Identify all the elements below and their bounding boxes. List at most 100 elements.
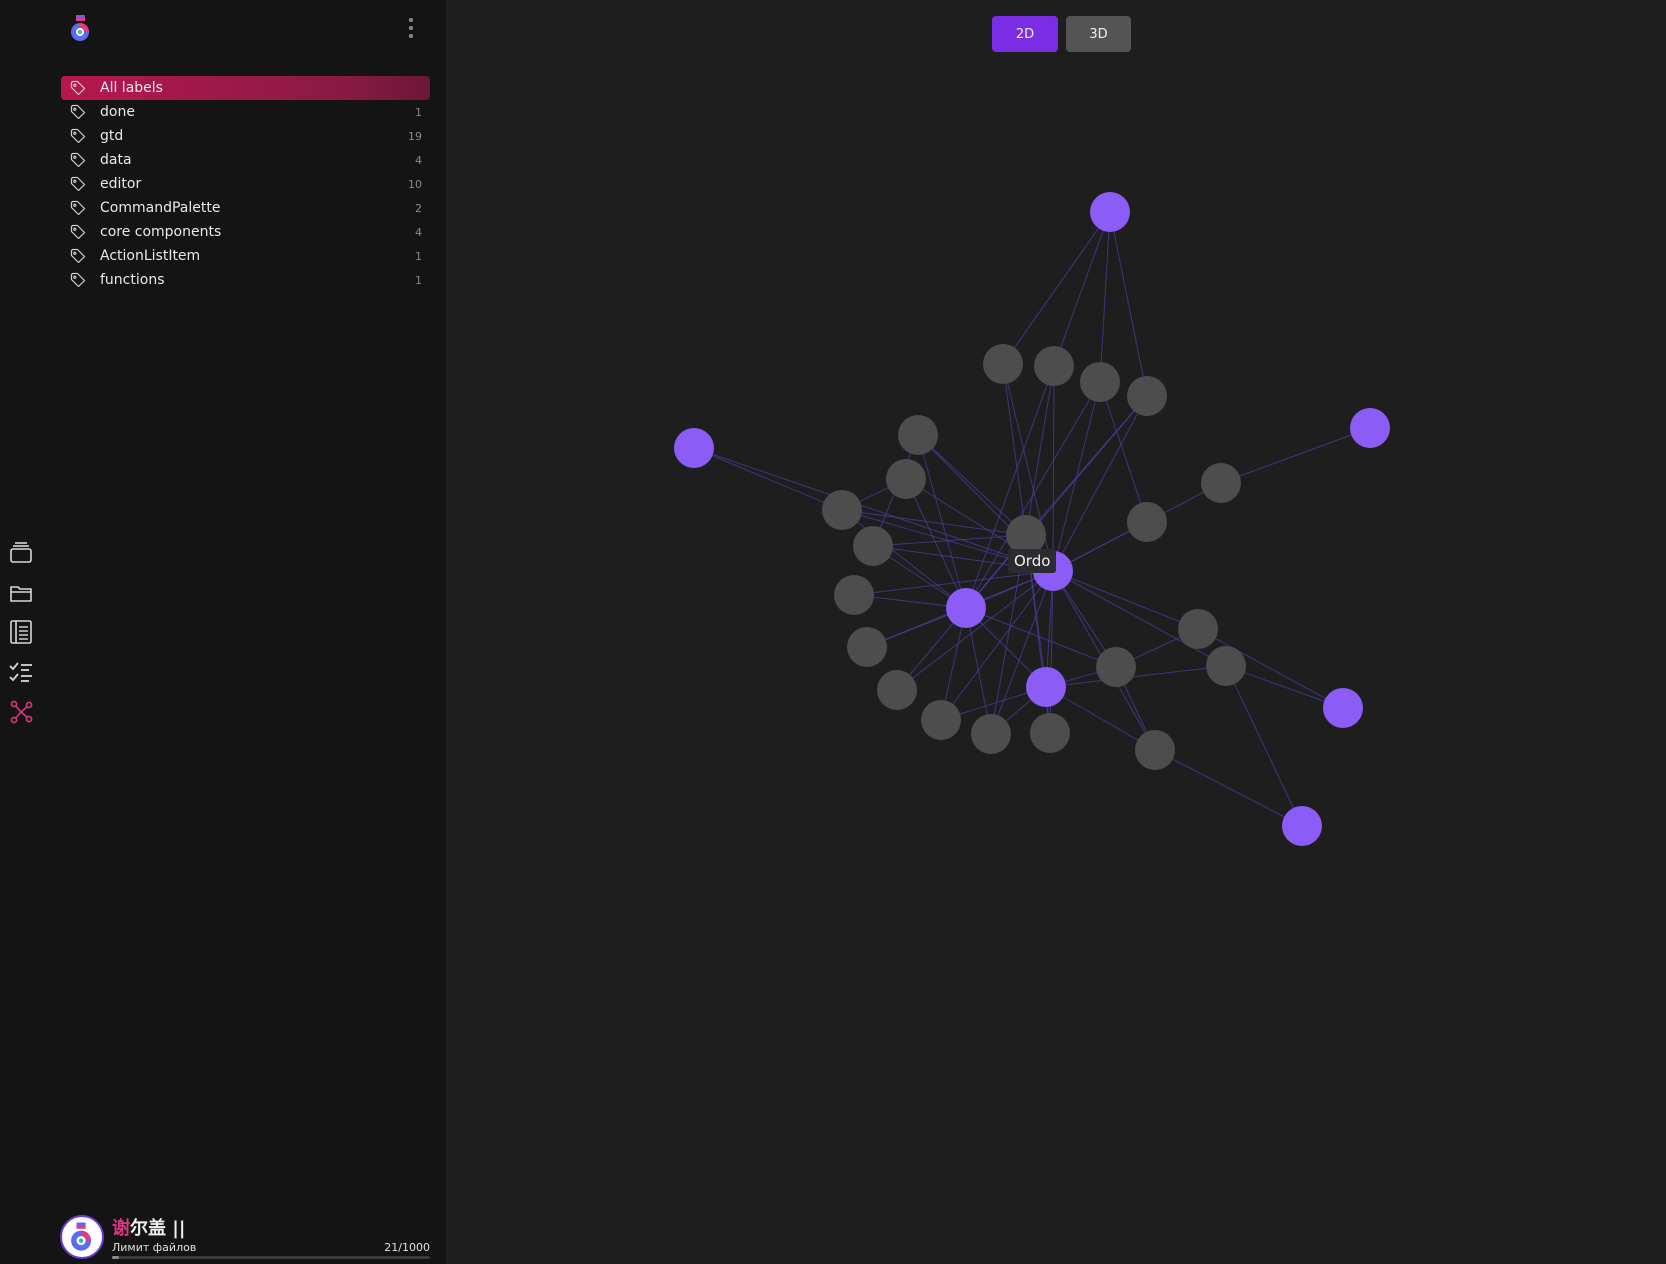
graph-note-node[interactable] xyxy=(1080,362,1120,402)
label-count: 1 xyxy=(415,249,422,263)
label-item[interactable]: CommandPalette 2 xyxy=(61,196,430,220)
label-item[interactable]: data 4 xyxy=(61,148,430,172)
graph-edge xyxy=(1052,395,1148,572)
graph-note-node[interactable] xyxy=(1178,609,1218,649)
label-item[interactable]: editor 10 xyxy=(61,172,430,196)
label-name: ActionListItem xyxy=(100,248,201,264)
kebab-dot xyxy=(409,18,413,22)
graph-label-node[interactable] xyxy=(1090,192,1130,232)
tag-icon xyxy=(70,272,86,288)
graph-note-node[interactable] xyxy=(1201,463,1241,503)
graph-view: 2D 3D Ordo xyxy=(446,0,1666,1264)
label-name: All labels xyxy=(100,80,163,96)
node-tooltip: Ordo xyxy=(1008,549,1057,573)
graph-note-node[interactable] xyxy=(1127,502,1167,542)
graph-canvas[interactable] xyxy=(446,0,1666,1264)
notes-list-icon xyxy=(10,620,32,644)
graph-edge xyxy=(1045,665,1227,688)
folder-icon xyxy=(10,586,32,602)
graph-edge xyxy=(1220,427,1371,484)
tag-icon xyxy=(70,224,86,240)
checklist-icon xyxy=(9,662,32,682)
graph-edge xyxy=(1002,211,1111,365)
mode-3d-button[interactable]: 3D xyxy=(1066,16,1131,52)
graph-label-node[interactable] xyxy=(1282,806,1322,846)
avatar-logo-icon xyxy=(71,1222,92,1251)
avatar[interactable] xyxy=(60,1215,104,1259)
label-count: 4 xyxy=(415,153,422,167)
graph-note-node[interactable] xyxy=(847,627,887,667)
graph-edge xyxy=(1099,211,1111,383)
kebab-dot xyxy=(409,34,413,38)
label-count: 10 xyxy=(408,177,422,191)
graph-edge xyxy=(1109,211,1148,397)
rail-button-graph[interactable] xyxy=(6,697,36,727)
app-logo[interactable] xyxy=(66,14,94,42)
graph-note-node[interactable] xyxy=(1127,376,1167,416)
rail-button-notes[interactable] xyxy=(6,617,36,647)
graph-note-node[interactable] xyxy=(1206,646,1246,686)
mode-2d-button[interactable]: 2D xyxy=(992,16,1058,52)
label-list: All labels done 1 gtd 19 data 4 editor 10 Command… xyxy=(61,76,430,292)
label-item[interactable]: functions 1 xyxy=(61,268,430,292)
graph-icon xyxy=(10,700,33,724)
graph-note-node[interactable] xyxy=(886,459,926,499)
graph-note-node[interactable] xyxy=(1135,730,1175,770)
label-count: 19 xyxy=(408,129,422,143)
user-panel: 谢尔盖 || Лимит файлов 21/1000 xyxy=(60,1213,430,1261)
graph-note-node[interactable] xyxy=(921,700,961,740)
graph-note-node[interactable] xyxy=(983,344,1023,384)
file-limit-value: 21/1000 xyxy=(384,1241,430,1254)
label-name: done xyxy=(100,104,135,120)
graph-note-node[interactable] xyxy=(853,526,893,566)
graph-edge xyxy=(1052,365,1055,572)
graph-label-node[interactable] xyxy=(1323,688,1363,728)
user-name-rest: 尔盖 || xyxy=(130,1218,186,1239)
more-options-button[interactable] xyxy=(402,16,420,40)
label-count: 1 xyxy=(415,273,422,287)
rail-button-tasks[interactable] xyxy=(6,657,36,687)
label-name: gtd xyxy=(100,128,124,144)
label-item[interactable]: ActionListItem 1 xyxy=(61,244,430,268)
graph-edge xyxy=(896,570,1054,691)
label-item[interactable]: done 1 xyxy=(61,100,430,124)
graph-label-node[interactable] xyxy=(674,428,714,468)
user-name: 谢尔盖 || xyxy=(112,1214,185,1240)
graph-edge xyxy=(1225,665,1303,827)
graph-note-node[interactable] xyxy=(898,415,938,455)
graph-label-node[interactable] xyxy=(1350,408,1390,448)
graph-note-node[interactable] xyxy=(971,714,1011,754)
labels-sidebar: All labels done 1 gtd 19 data 4 editor 10 Command… xyxy=(42,0,446,1264)
graph-edge xyxy=(1154,749,1303,827)
label-item[interactable]: All labels xyxy=(61,76,430,100)
label-item[interactable]: core components 4 xyxy=(61,220,430,244)
graph-edge xyxy=(990,570,1054,735)
graph-note-node[interactable] xyxy=(877,670,917,710)
graph-note-node[interactable] xyxy=(1030,713,1070,753)
kebab-dot xyxy=(409,26,413,30)
stack-icon xyxy=(10,542,32,563)
graph-label-node[interactable] xyxy=(946,588,986,628)
rail-button-stack[interactable] xyxy=(6,538,36,568)
label-count: 2 xyxy=(415,201,422,215)
graph-edge xyxy=(1052,570,1199,630)
tag-icon xyxy=(70,104,86,120)
icon-rail xyxy=(0,0,42,1264)
graph-note-node[interactable] xyxy=(834,575,874,615)
user-name-accent: 谢 xyxy=(112,1218,130,1239)
graph-label-node[interactable] xyxy=(1026,667,1066,707)
rail-button-folder[interactable] xyxy=(6,578,36,608)
label-name: functions xyxy=(100,272,165,288)
graph-note-node[interactable] xyxy=(1096,647,1136,687)
file-limit-label: Лимит файлов xyxy=(112,1241,197,1254)
view-mode-toggle: 2D 3D xyxy=(992,16,1131,52)
tag-icon xyxy=(70,80,86,96)
graph-edge xyxy=(1053,211,1111,367)
graph-edge xyxy=(872,534,1027,547)
label-count: 1 xyxy=(415,105,422,119)
tag-icon xyxy=(70,176,86,192)
label-name: core components xyxy=(100,224,222,240)
graph-note-node[interactable] xyxy=(822,490,862,530)
graph-note-node[interactable] xyxy=(1034,346,1074,386)
label-item[interactable]: gtd 19 xyxy=(61,124,430,148)
